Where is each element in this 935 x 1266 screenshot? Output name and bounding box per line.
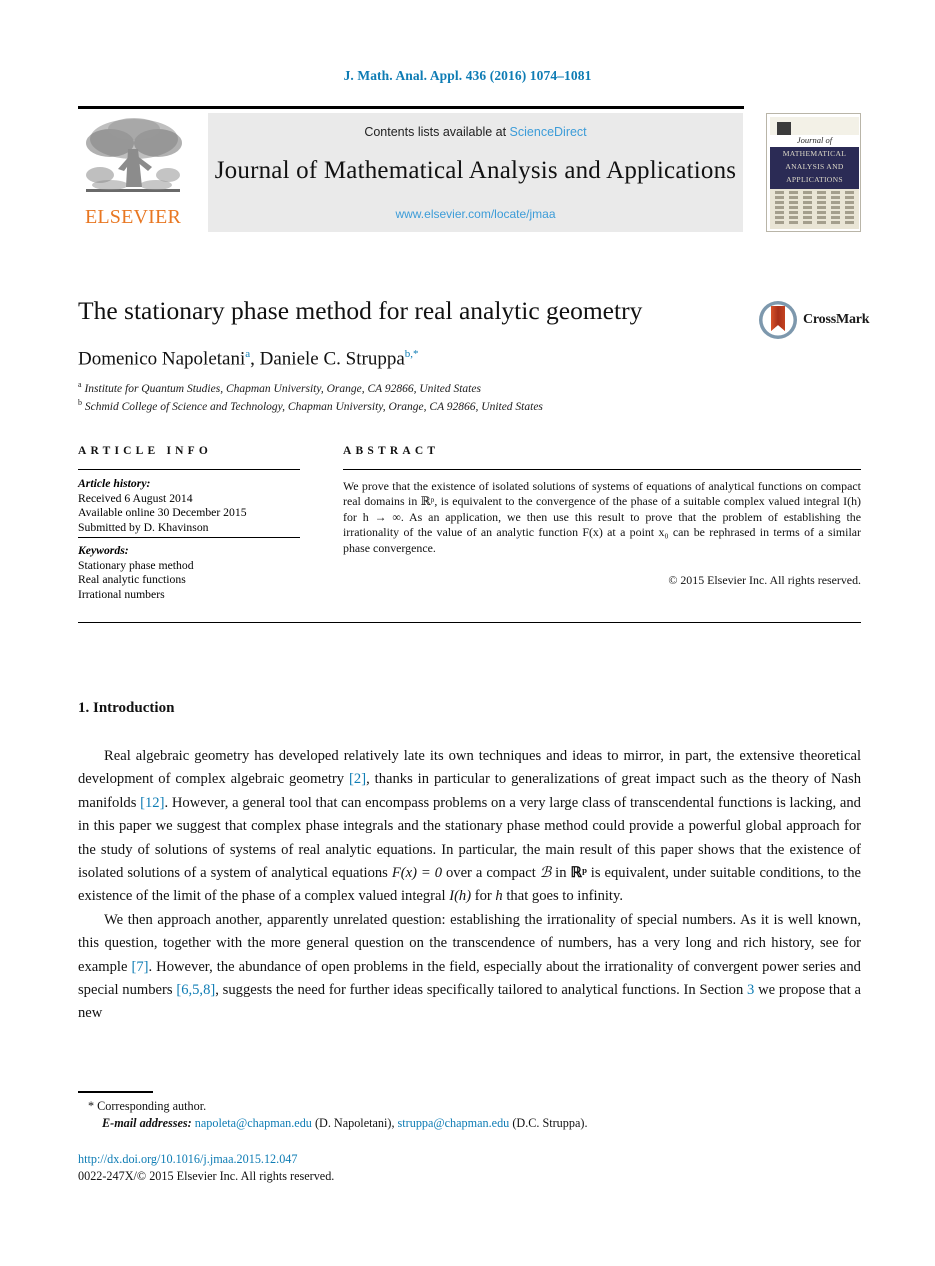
journal-homepage-link[interactable]: www.elsevier.com/locate/jmaa <box>208 207 743 221</box>
corresponding-author-marker: * <box>88 1099 95 1113</box>
equation-F-x-zero: F(x) = 0 <box>391 865 443 882</box>
elsevier-tree-icon <box>86 118 182 192</box>
keywords-block: Keywords: Stationary phase method Real a… <box>78 544 300 602</box>
citation-ref-7[interactable]: [7] <box>131 959 148 975</box>
citation-ref-6-5-8[interactable]: [6,5,8] <box>176 982 215 998</box>
journal-title: Journal of Mathematical Analysis and App… <box>214 157 737 184</box>
author-2-name: Daniele C. Struppa <box>259 348 405 370</box>
citation-ref-12[interactable]: [12] <box>140 795 164 811</box>
author-2-affil-marker[interactable]: b,* <box>405 348 419 360</box>
info-abstract-block: ARTICLE INFO Article history: Received 6… <box>78 445 861 620</box>
email-owner-napoletani: (D. Napoletani) <box>314 1116 392 1130</box>
body-text: Real algebraic geometry has developed re… <box>78 745 861 1026</box>
email-link-napoletani[interactable]: napoleta@chapman.edu <box>195 1116 312 1130</box>
cover-top-strip <box>770 117 859 135</box>
article-info-column: ARTICLE INFO Article history: Received 6… <box>78 445 300 601</box>
author-1-name: Domenico Napoletani <box>78 348 246 370</box>
p1-text-h: that goes to infinity. <box>502 888 623 905</box>
affiliation-b-marker: b <box>78 398 82 408</box>
doi-link[interactable]: http://dx.doi.org/10.1016/j.jmaa.2015.12… <box>78 1151 678 1168</box>
symbol-h: h <box>495 888 503 905</box>
crossmark-label: CrossMark <box>803 312 870 327</box>
article-history-received: Received 6 August 2014 <box>78 491 193 505</box>
cover-contents-area <box>770 189 859 229</box>
citation-ref-2[interactable]: [2] <box>349 771 366 787</box>
affiliation-a-marker: a <box>78 380 82 389</box>
footnote-separator-rule <box>78 1091 153 1093</box>
author-separator: , <box>250 348 260 370</box>
affiliation-b: b Schmid College of Science and Technolo… <box>78 396 838 414</box>
article-history-available: Available online 30 December 2015 <box>78 506 247 520</box>
contents-prefix: Contents lists available at <box>364 125 510 139</box>
footnotes: * Corresponding author. E-mail addresses… <box>78 1098 778 1132</box>
issn-copyright-line: 0022-247X/© 2015 Elsevier Inc. All right… <box>78 1168 335 1183</box>
p1-text-d: over a compact <box>442 865 540 882</box>
page-title: The stationary phase method for real ana… <box>78 296 643 325</box>
paragraph-1: Real algebraic geometry has developed re… <box>78 745 861 909</box>
corresponding-author-note: * Corresponding author. <box>78 1098 778 1115</box>
article-history-submitted: Submitted by D. Khavinson <box>78 520 209 534</box>
abstract-column: ABSTRACT We prove that the existence of … <box>343 445 861 587</box>
affiliation-a-text: Institute for Quantum Studies, Chapman U… <box>84 382 481 395</box>
article-history: Article history: Received 6 August 2014 … <box>78 477 300 535</box>
elsevier-wordmark: ELSEVIER <box>84 206 182 228</box>
keywords-label: Keywords: <box>78 544 129 557</box>
article-info-rule-mid <box>78 537 300 538</box>
paper-page: J. Math. Anal. Appl. 436 (2016) 1074–108… <box>0 0 935 1266</box>
affiliation-list: a Institute for Quantum Studies, Chapman… <box>78 378 838 415</box>
cover-journal-of: Journal of <box>796 135 833 145</box>
crossmark-badge[interactable]: CrossMark <box>758 300 870 342</box>
article-history-label: Article history: <box>78 477 151 490</box>
header-block-bottom-rule <box>78 622 861 623</box>
author-list: Domenico Napoletania, Daniele C. Struppa… <box>78 348 778 370</box>
contents-available-line: Contents lists available at ScienceDirec… <box>208 125 743 139</box>
article-info-heading: ARTICLE INFO <box>78 445 213 457</box>
cover-elsevier-mark-icon <box>777 122 791 135</box>
p1-text-g: for <box>471 888 496 905</box>
affiliation-b-text: Schmid College of Science and Technology… <box>84 401 543 414</box>
masthead-top-rule <box>78 106 744 109</box>
p1-text-e: in <box>551 865 571 882</box>
running-head: J. Math. Anal. Appl. 436 (2016) 1074–108… <box>343 68 592 83</box>
cover-title-line-3: APPLICATIONS <box>786 175 843 184</box>
email-owner-struppa: (D.C. Struppa) <box>512 1116 585 1130</box>
abstract-text: We prove that the existence of isolated … <box>343 479 861 555</box>
corresponding-author-text: Corresponding author. <box>97 1099 207 1113</box>
keyword-item: Real analytic functions <box>78 573 186 587</box>
email-link-struppa[interactable]: struppa@chapman.edu <box>398 1116 510 1130</box>
masthead-center-panel: Contents lists available at ScienceDirec… <box>208 113 743 232</box>
journal-cover-thumbnail[interactable]: Journal of MATHEMATICAL ANALYSIS AND APP… <box>766 113 861 232</box>
symbol-integral-I-h: I(h) <box>449 888 472 905</box>
cover-title-band: MATHEMATICAL ANALYSIS AND APPLICATIONS <box>770 147 859 189</box>
elsevier-logo: ELSEVIER <box>78 113 188 232</box>
cover-title-line-1: MATHEMATICAL <box>782 149 847 158</box>
section-heading-introduction: 1. Introduction <box>78 700 175 716</box>
keyword-item: Stationary phase method <box>78 558 194 572</box>
sciencedirect-link[interactable]: ScienceDirect <box>510 125 587 139</box>
imprint-block: http://dx.doi.org/10.1016/j.jmaa.2015.12… <box>78 1151 678 1184</box>
affiliation-a: a Institute for Quantum Studies, Chapman… <box>78 378 838 396</box>
email-addresses-label: E-mail addresses: <box>102 1116 192 1130</box>
crossmark-icon <box>759 301 797 339</box>
article-info-rule-top <box>78 469 300 470</box>
symbol-R-p: ℝᵖ <box>570 865 587 882</box>
journal-masthead: ELSEVIER Contents lists available at Sci… <box>78 106 861 232</box>
abstract-rule-top <box>343 469 861 470</box>
cover-title-line-2: ANALYSIS AND <box>785 162 844 171</box>
email-addresses-note: E-mail addresses: napoleta@chapman.edu (… <box>102 1116 588 1130</box>
symbol-compact-B: ℬ <box>539 865 552 882</box>
abstract-heading: ABSTRACT <box>343 445 440 457</box>
paragraph-2: We then approach another, apparently unr… <box>78 909 861 1026</box>
abstract-copyright: © 2015 Elsevier Inc. All rights reserved… <box>668 573 861 587</box>
keyword-item: Irrational numbers <box>78 587 165 601</box>
p2-text-c: , suggests the need for further ideas sp… <box>215 982 748 999</box>
